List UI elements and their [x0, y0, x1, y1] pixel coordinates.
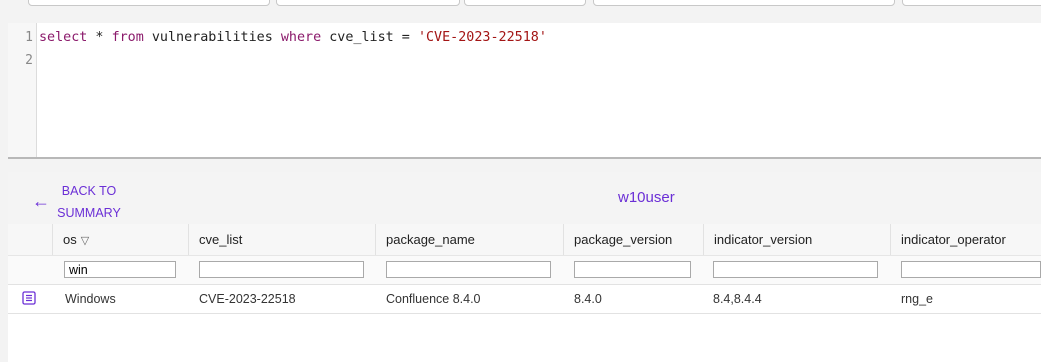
sql-string: 'CVE-2023-22518' — [417, 30, 547, 45]
cell-os: Windows — [65, 292, 116, 306]
line-number-gutter: 1 2 — [8, 23, 37, 157]
column-header-package-version[interactable]: package_version — [563, 224, 703, 255]
back-to-summary-button[interactable]: ← BACK TO SUMMARY — [32, 180, 124, 224]
cell-package-version: 8.4.0 — [574, 292, 602, 306]
filter-row — [8, 256, 1041, 285]
cell-indicator-version: 8.4,8.4.4 — [713, 292, 762, 306]
filter-input-package-version[interactable] — [574, 261, 691, 278]
sql-text: vulnerabilities — [143, 30, 281, 45]
filter-input-package-name[interactable] — [386, 261, 551, 278]
line-number: 2 — [25, 53, 33, 68]
cell-package-name: Confluence 8.4.0 — [386, 292, 481, 306]
sql-query-line[interactable]: select * from vulnerabilities where cve_… — [39, 30, 547, 45]
arrow-left-icon: ← — [32, 190, 50, 211]
toolbar-field-3[interactable] — [464, 0, 586, 6]
sql-keyword: select — [39, 30, 88, 45]
filter-input-indicator-operator[interactable] — [901, 261, 1041, 278]
cell-cve-list: CVE-2023-22518 — [199, 292, 296, 306]
results-header: ← BACK TO SUMMARY w10user — [8, 172, 1041, 224]
column-header-package-name[interactable]: package_name — [375, 224, 563, 255]
sql-keyword: where — [280, 30, 322, 45]
column-header-indicator-version[interactable]: indicator_version — [703, 224, 890, 255]
filter-input-cve-list[interactable] — [199, 261, 364, 278]
column-header-cve-list[interactable]: cve_list — [188, 224, 375, 255]
toolbar-field-5[interactable] — [902, 0, 1041, 6]
column-header-os[interactable]: os ▽ — [52, 224, 188, 255]
toolbar-field-4[interactable] — [593, 0, 895, 6]
sql-text: cve_list = — [321, 30, 418, 45]
back-label: BACK TO SUMMARY — [57, 184, 121, 220]
table-row[interactable]: Windows CVE-2023-22518 Confluence 8.4.0 … — [8, 285, 1041, 314]
column-header-indicator-operator[interactable]: indicator_operator — [890, 224, 1041, 255]
cell-indicator-operator: rng_e — [901, 292, 933, 306]
table-header-row: os ▽ cve_list package_name package_versio… — [8, 224, 1041, 256]
row-detail-icon[interactable] — [22, 291, 36, 305]
sql-text: * — [87, 30, 112, 45]
filter-input-os[interactable] — [64, 261, 176, 278]
sort-filter-icon[interactable]: ▽ — [81, 235, 89, 247]
sql-editor[interactable]: 1 2 select * from vulnerabilities where … — [8, 23, 1041, 159]
toolbar-field-2[interactable] — [276, 0, 460, 6]
sql-keyword: from — [111, 30, 144, 45]
filter-input-indicator-version[interactable] — [713, 261, 878, 278]
results-panel: ← BACK TO SUMMARY w10user os ▽ cve_list pa… — [8, 172, 1041, 362]
top-toolbar — [0, 0, 1041, 14]
toolbar-field-1[interactable] — [28, 0, 270, 6]
line-number: 1 — [25, 30, 33, 45]
results-title: w10user — [618, 189, 675, 206]
